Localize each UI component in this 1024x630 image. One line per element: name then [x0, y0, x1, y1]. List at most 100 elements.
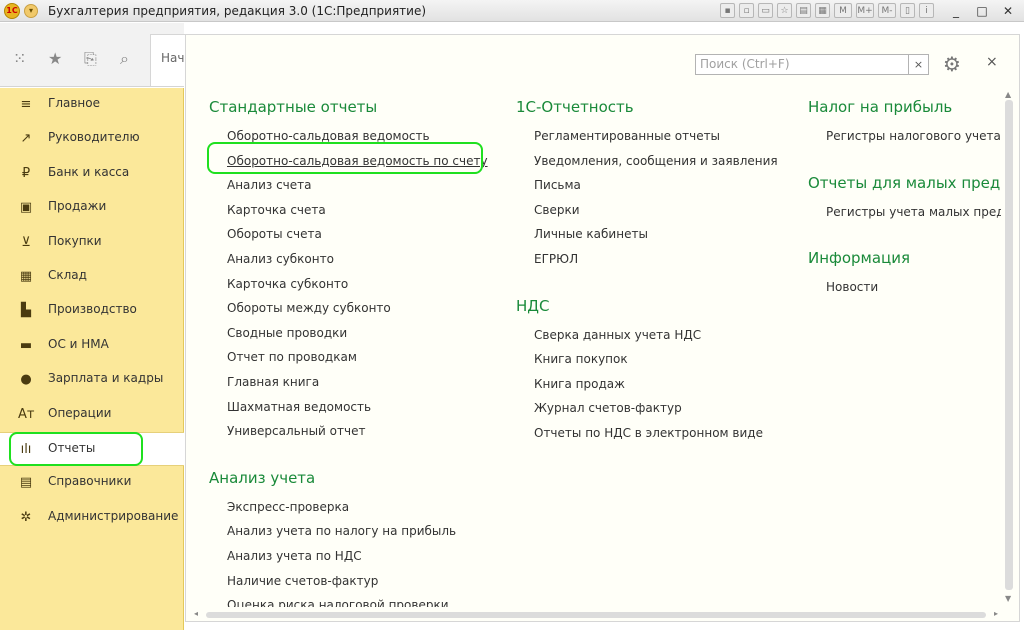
sidebar-item-icon: ▣ [19, 200, 33, 215]
sidebar-item-label: Зарплата и кадры [48, 371, 164, 385]
report-link[interactable]: Регистры учета малых предприятий [826, 205, 1001, 219]
memory-minus-button[interactable]: M- [878, 3, 896, 18]
report-link[interactable]: Новости [826, 280, 878, 294]
sidebar-item-label: ОС и НМА [48, 337, 109, 351]
report-link[interactable]: Уведомления, сообщения и заявления [534, 154, 778, 168]
sidebar-item[interactable]: ≡ Главное [0, 88, 184, 122]
report-link[interactable]: Экспресс-проверка [227, 500, 349, 514]
minimize-button[interactable]: _ [944, 2, 968, 19]
sidebar-item-icon: Ат [18, 407, 35, 422]
highlight-box-reports [9, 432, 143, 466]
report-link[interactable]: Регистры налогового учета [826, 129, 1001, 143]
report-link[interactable]: Шахматная ведомость [227, 400, 371, 414]
horizontal-scrollbar[interactable]: ◂ ▸ [194, 609, 1004, 621]
tab-start-page[interactable]: Нач [150, 34, 186, 86]
report-link[interactable]: Личные кабинеты [534, 227, 648, 241]
save-icon[interactable]: ▪ [720, 3, 735, 18]
report-link[interactable]: ЕГРЮЛ [534, 252, 578, 266]
sidebar-item-icon: ⊻ [21, 235, 31, 250]
sidebar-item-label: Справочники [48, 474, 132, 488]
history-icon[interactable]: ▤ [796, 3, 811, 18]
highlight-box-turnover-by-account [207, 142, 483, 174]
app-logo-icon[interactable]: 1С [4, 2, 20, 19]
section-title: 1С-Отчетность [516, 98, 634, 116]
scroll-left-icon[interactable]: ◂ [194, 609, 198, 618]
report-link[interactable]: Отчет по проводкам [227, 350, 357, 364]
panel-icon[interactable]: ▯ [900, 3, 915, 18]
scroll-thumb-horizontal[interactable] [206, 612, 986, 618]
sidebar-item-icon: ▙ [21, 303, 31, 318]
print-icon[interactable]: ▫ [739, 3, 754, 18]
memory-button[interactable]: M [834, 3, 852, 18]
sidebar-item-icon: ≡ [20, 97, 32, 112]
report-link[interactable]: Оценка риска налоговой проверки [227, 598, 449, 607]
search-clear-button[interactable]: × [909, 54, 929, 75]
memory-plus-button[interactable]: M+ [856, 3, 874, 18]
report-link[interactable]: Анализ субконто [227, 252, 334, 266]
reports-panel: Стандартные отчеты Оборотно-сальдовая вед… [185, 34, 1020, 622]
sidebar-item[interactable]: ₽ Банк и касса [0, 157, 184, 191]
sidebar-item[interactable]: ▙ Производство [0, 294, 184, 328]
sidebar-item[interactable]: ✲ Администрирование [0, 501, 184, 535]
section-title: Информация [808, 249, 911, 268]
sidebar-item[interactable]: ↗ Руководителю [0, 122, 184, 156]
report-link[interactable]: Отчеты по НДС в электронном виде [534, 426, 763, 440]
section-title: Налог на прибыль [808, 98, 953, 116]
favorite-icon[interactable]: ☆ [777, 3, 792, 18]
main-menu-icon[interactable]: ▾ [24, 3, 38, 18]
sidebar-item[interactable]: ● Зарплата и кадры [0, 363, 184, 397]
sidebar-item-icon: ▤ [19, 475, 33, 490]
report-link[interactable]: Оборотно-сальдовая ведомость [227, 129, 430, 143]
report-link[interactable]: Универсальный отчет [227, 424, 365, 438]
scroll-up-icon[interactable]: ▲ [1005, 90, 1011, 99]
sidebar-item[interactable]: ▬ ОС и НМА [0, 329, 184, 363]
report-link[interactable]: Главная книга [227, 375, 319, 389]
report-link[interactable]: Сверки [534, 203, 580, 217]
calculator-icon[interactable]: ▦ [815, 3, 830, 18]
sidebar-item-label: Производство [48, 302, 137, 316]
report-link[interactable]: Анализ учета по НДС [227, 549, 362, 563]
sidebar-item-label: Операции [48, 406, 112, 420]
sidebar-item[interactable]: Ат Операции [0, 398, 184, 432]
info-icon[interactable]: i [919, 3, 934, 18]
report-link[interactable]: Обороты счета [227, 227, 322, 241]
report-link[interactable]: Книга покупок [534, 352, 628, 366]
scroll-down-icon[interactable]: ▼ [1005, 594, 1011, 603]
sidebar-item[interactable]: ▦ Склад [0, 260, 184, 294]
report-link[interactable]: Журнал счетов-фактур [534, 401, 682, 415]
preview-icon[interactable]: ▭ [758, 3, 773, 18]
report-link[interactable]: Сводные проводки [227, 326, 347, 340]
sidebar-item[interactable]: ⊻ Покупки [0, 226, 184, 260]
report-link[interactable]: Карточка счета [227, 203, 326, 217]
sidebar-item-label: Руководителю [48, 130, 140, 144]
search-input[interactable]: Поиск (Ctrl+F) [695, 54, 909, 75]
title-bar: 1С ▾ Бухгалтерия предприятия, редакция 3… [0, 0, 1024, 22]
scroll-right-icon[interactable]: ▸ [994, 609, 998, 618]
close-panel-button[interactable]: × [986, 54, 998, 70]
report-link[interactable]: Обороты между субконто [227, 301, 391, 315]
settings-gear-icon[interactable]: ⚙ [943, 52, 961, 76]
report-link[interactable]: Анализ счета [227, 178, 312, 192]
section-title: Отчеты для малых предприятий [808, 173, 1001, 192]
sidebar: ≡ Главное ↗ Руководителю ₽ Банк и касса ▣ Прода… [0, 88, 184, 630]
report-link[interactable]: Анализ учета по налогу на прибыль [227, 524, 456, 538]
sidebar-item[interactable]: ▣ Продажи [0, 191, 184, 225]
report-link[interactable]: Карточка субконто [227, 277, 348, 291]
vertical-scrollbar[interactable]: ▲ ▼ [1003, 90, 1015, 605]
report-link[interactable]: Письма [534, 178, 581, 192]
sidebar-item[interactable]: ▤ Справочники [0, 466, 184, 500]
sidebar-item-icon: ▬ [19, 338, 33, 353]
close-window-button[interactable]: ✕ [996, 2, 1020, 19]
report-link[interactable]: Наличие счетов-фактур [227, 574, 378, 588]
search-icon[interactable]: ⌕ [120, 49, 129, 69]
scroll-thumb[interactable] [1005, 100, 1013, 590]
maximize-button[interactable]: □ [970, 2, 994, 19]
report-link[interactable]: Книга продаж [534, 377, 625, 391]
favorites-star-icon[interactable]: ★ [48, 49, 62, 68]
history-icon[interactable]: ⎘ [84, 49, 97, 69]
report-link[interactable]: Сверка данных учета НДС [534, 328, 701, 342]
report-link[interactable]: Регламентированные отчеты [534, 129, 720, 143]
sidebar-item-label: Склад [48, 268, 87, 282]
apps-grid-icon[interactable]: ⁙ [13, 49, 26, 68]
window-title: Бухгалтерия предприятия, редакция 3.0 (1… [48, 3, 427, 18]
